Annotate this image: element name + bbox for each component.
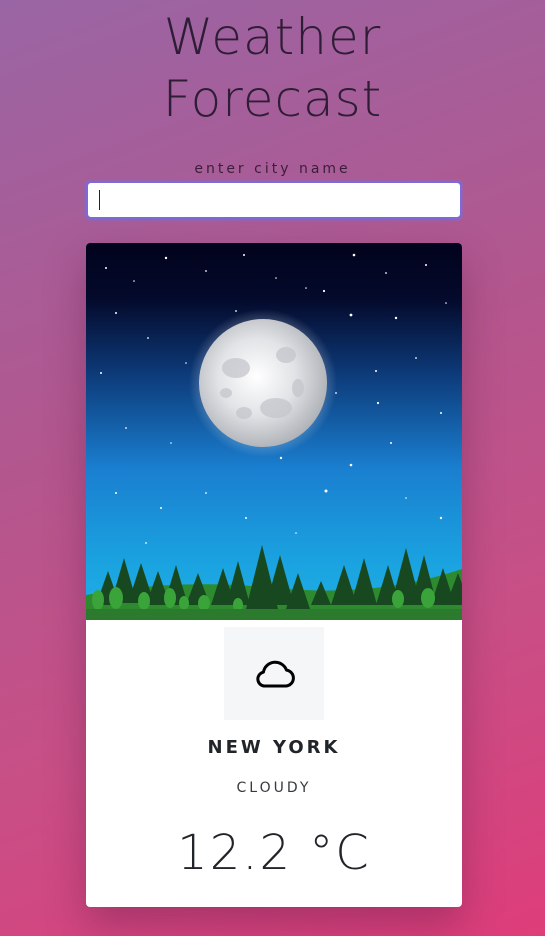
city-name: NEW YORK [207, 737, 341, 758]
cloud-icon [256, 660, 295, 687]
page-title-line-1: Weather [163, 8, 382, 66]
text-caret [99, 190, 100, 210]
weather-icon-box [224, 627, 324, 720]
search-label: enter city name [194, 161, 351, 177]
weather-card: NEW YORK CLOUDY 12.2 °C [86, 243, 462, 907]
night-scene-image [86, 243, 462, 620]
temperature: 12.2 °C [177, 825, 371, 881]
weather-condition: CLOUDY [236, 780, 312, 796]
city-search-input[interactable] [86, 181, 462, 219]
page-title-line-2: Forecast [162, 70, 383, 128]
page-title: Weather Forecast [0, 6, 545, 130]
